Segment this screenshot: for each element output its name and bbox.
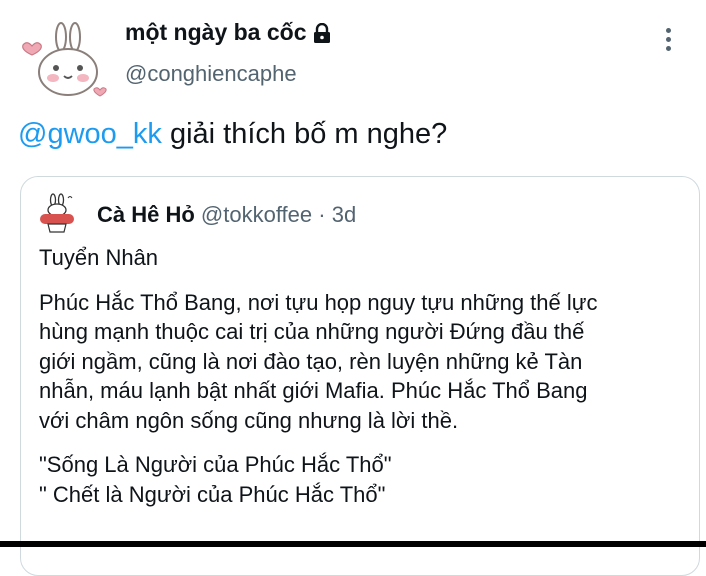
more-options-icon[interactable] [660, 28, 676, 54]
quoted-display-name[interactable]: Cà Hê Hỏ [97, 202, 195, 227]
quoted-tweet[interactable]: Cà Hê Hỏ @tokkoffee · 3d Tuyển Nhân Phúc… [20, 176, 700, 576]
quoted-paragraph-2: Phúc Hắc Thổ Bang, nơi tựu họp nguy tựu … [39, 288, 689, 436]
lock-icon [314, 22, 331, 43]
bunny-avatar-icon[interactable] [18, 20, 112, 98]
quoted-line: " Chết là Người của Phúc Hắc Thổ" [39, 481, 386, 507]
meta-separator: · [312, 202, 332, 227]
quoted-paragraph-1: Tuyển Nhân [39, 245, 159, 270]
tokkoffee-logo-icon [40, 193, 74, 233]
quoted-body: Tuyển Nhân Phúc Hắc Thổ Bang, nơi tựu họ… [39, 243, 689, 524]
quoted-paragraph-3: "Sống Là Người của Phúc Hắc Thổ" " Chết … [39, 450, 689, 509]
mention-link[interactable]: @gwoo_kk [18, 118, 162, 150]
quoted-header: Cà Hê Hỏ @tokkoffee · 3d [97, 202, 356, 228]
quoted-line: với châm ngôn sống cũng nhưng là lời thề… [39, 407, 459, 433]
bottom-edge [0, 541, 706, 547]
quoted-line: nhẫn, máu lạnh bật nhất giới Mafia. Phúc… [39, 378, 588, 403]
display-name[interactable]: một ngày ba cốc [125, 19, 332, 46]
quoted-handle[interactable]: @tokkoffee [201, 202, 312, 227]
quoted-line: hùng mạnh thuộc cai trị của những người … [39, 319, 585, 344]
tweet-text: @gwoo_kk giải thích bố m nghe? [18, 118, 447, 151]
quoted-line: "Sống Là Người của Phúc Hắc Thổ" [39, 452, 392, 477]
quoted-line: giới ngầm, cũng là nơi đào tạo, rèn luyệ… [39, 348, 583, 374]
tweet-body: giải thích bố m nghe? [161, 118, 448, 150]
quoted-line: Phúc Hắc Thổ Bang, nơi tựu họp nguy tựu … [39, 289, 598, 315]
handle[interactable]: @conghiencaphe [125, 61, 297, 87]
display-name-text: một ngày ba cốc [125, 19, 307, 45]
quoted-time[interactable]: 3d [332, 202, 356, 227]
